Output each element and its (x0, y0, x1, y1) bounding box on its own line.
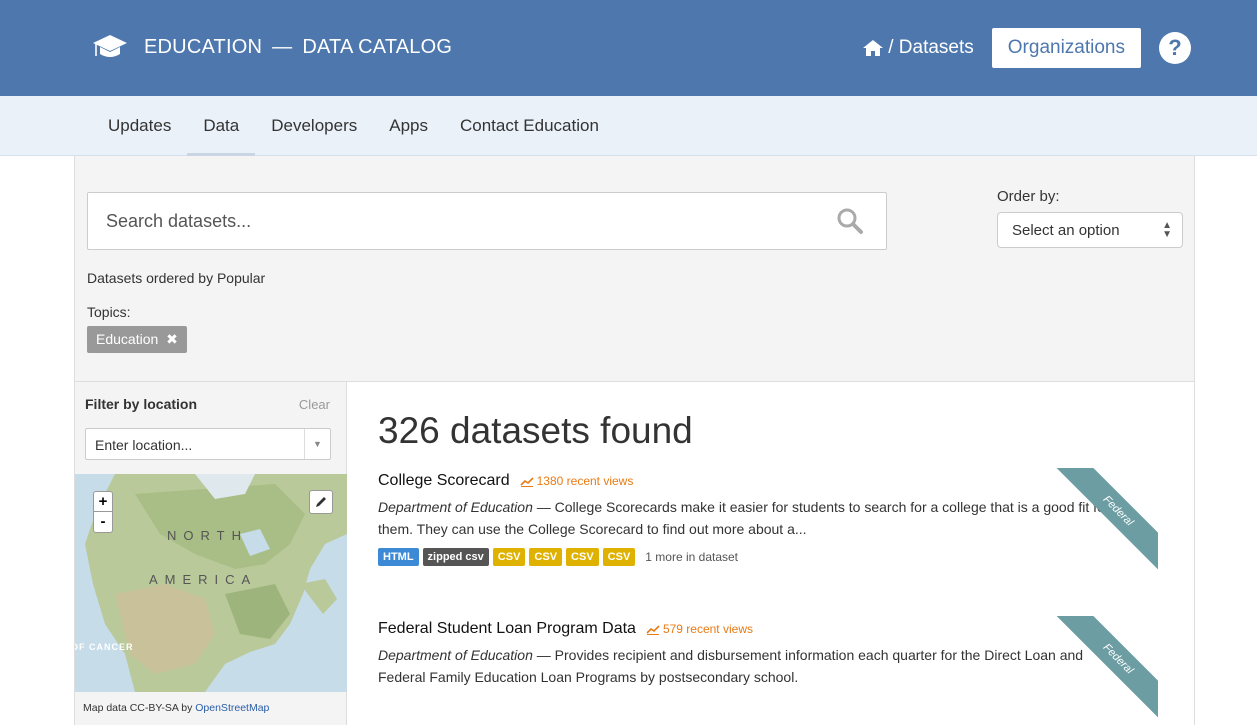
dataset-title-link[interactable]: College Scorecard (378, 472, 510, 490)
select-arrows-icon: ▲ ▼ (1162, 220, 1172, 240)
chevron-down-icon[interactable]: ▼ (304, 429, 330, 459)
order-by-label: Order by: (997, 188, 1060, 205)
ordered-by-text: Datasets ordered by Popular (87, 270, 266, 286)
graduation-cap-icon (93, 35, 127, 57)
order-by-select[interactable]: Select an option ▲ ▼ (997, 212, 1183, 248)
federal-ribbon: Federal (1048, 468, 1158, 578)
location-map[interactable]: + - NORTH AMERICA OF CANCER (75, 474, 347, 692)
dataset-item: Federal Student Loan Program Data 579 re… (378, 620, 1158, 688)
openstreetmap-link[interactable]: OpenStreetMap (195, 702, 269, 714)
topic-tag-education[interactable]: Education ✖ (87, 326, 187, 353)
site-subtitle: DATA CATALOG (302, 35, 453, 58)
dataset-item: College Scorecard 1380 recent views Depa… (378, 472, 1158, 566)
site-title: EDUCATION (144, 35, 263, 58)
trend-chart-icon (646, 624, 660, 635)
map-label-north: NORTH (167, 528, 248, 543)
more-in-dataset[interactable]: 1 more in dataset (645, 550, 738, 564)
format-badge-html[interactable]: HTML (378, 548, 419, 566)
dataset-description: Department of Education — College Scorec… (378, 496, 1118, 540)
location-filter-sidebar: Filter by location Clear Enter location.… (75, 382, 347, 725)
publisher-separator: — (532, 647, 555, 663)
title-separator: — (272, 35, 293, 58)
dataset-publisher[interactable]: Department of Education (378, 499, 533, 515)
format-badge-csv[interactable]: CSV (492, 548, 526, 566)
masthead: EDUCATION — DATA CATALOG / Datasets Orga… (0, 0, 1257, 96)
search-panel: Order by: Select an option ▲▼ Datasets o… (75, 156, 1194, 382)
zoom-in-button[interactable]: + (94, 492, 112, 512)
recent-views: 579 recent views (646, 622, 753, 636)
organizations-button[interactable]: Organizations (991, 28, 1141, 68)
header-nav: / Datasets Organizations ? (862, 28, 1191, 68)
tab-data[interactable]: Data (187, 96, 256, 156)
map-label-america: AMERICA (149, 572, 258, 587)
format-badge-csv[interactable]: CSV (529, 548, 563, 566)
breadcrumb[interactable]: / Datasets (862, 37, 974, 59)
map-zoom-control: + - (93, 491, 113, 533)
format-badge-zipped-csv[interactable]: zipped csv (422, 548, 489, 566)
attribution-text: Map data CC-BY-SA by (83, 702, 196, 714)
sub-navigation: Updates Data Developers Apps Contact Edu… (0, 96, 1257, 156)
remove-tag-icon[interactable]: ✖ (166, 331, 178, 347)
recent-views-count: 579 recent views (662, 622, 753, 636)
search-input[interactable] (88, 193, 788, 249)
format-badge-csv[interactable]: CSV (566, 548, 599, 566)
clear-location-link[interactable]: Clear (299, 397, 330, 412)
page-container: Order by: Select an option ▲▼ Datasets o… (74, 156, 1195, 725)
format-badges: HTML zipped csv CSV CSV CSV CSV 1 more i… (378, 548, 1158, 566)
dataset-publisher[interactable]: Department of Education (378, 647, 533, 663)
trend-chart-icon (520, 476, 534, 487)
order-by-value: Select an option (1012, 222, 1120, 239)
publisher-separator: — (532, 499, 555, 515)
recent-views-count: 1380 recent views (536, 474, 634, 488)
location-select[interactable]: Enter location... ▼ (85, 428, 331, 460)
recent-views: 1380 recent views (520, 474, 634, 488)
map-attribution: Map data CC-BY-SA by OpenStreetMap (83, 702, 269, 714)
filter-by-location-title: Filter by location (85, 396, 198, 412)
topic-tag-label: Education (96, 331, 159, 347)
tab-contact-education[interactable]: Contact Education (444, 96, 615, 156)
tab-apps[interactable]: Apps (373, 96, 444, 156)
home-icon[interactable] (862, 39, 884, 57)
dataset-title-link[interactable]: Federal Student Loan Program Data (378, 620, 636, 638)
location-placeholder: Enter location... (95, 437, 193, 453)
site-brand[interactable]: EDUCATION — DATA CATALOG (92, 32, 452, 62)
federal-ribbon-label: Federal (1052, 468, 1158, 577)
federal-ribbon: Federal (1048, 616, 1158, 725)
results-panel: 326 datasets found College Scorecard 138… (348, 382, 1194, 725)
map-label-cancer: OF CANCER (75, 642, 134, 652)
federal-ribbon-label: Federal (1052, 616, 1158, 725)
zoom-out-button[interactable]: - (94, 512, 112, 532)
dataset-description: Department of Education — Provides recip… (378, 644, 1118, 688)
search-icon[interactable] (836, 207, 864, 235)
tab-updates[interactable]: Updates (92, 96, 187, 156)
format-badge-csv[interactable]: CSV (602, 548, 636, 566)
results-count: 326 datasets found (378, 410, 693, 451)
search-box (87, 192, 887, 250)
tab-developers[interactable]: Developers (255, 96, 373, 156)
breadcrumb-datasets[interactable]: / Datasets (888, 37, 974, 59)
pencil-icon[interactable] (309, 490, 333, 514)
help-icon[interactable]: ? (1159, 32, 1191, 64)
topics-label: Topics: (87, 304, 131, 320)
